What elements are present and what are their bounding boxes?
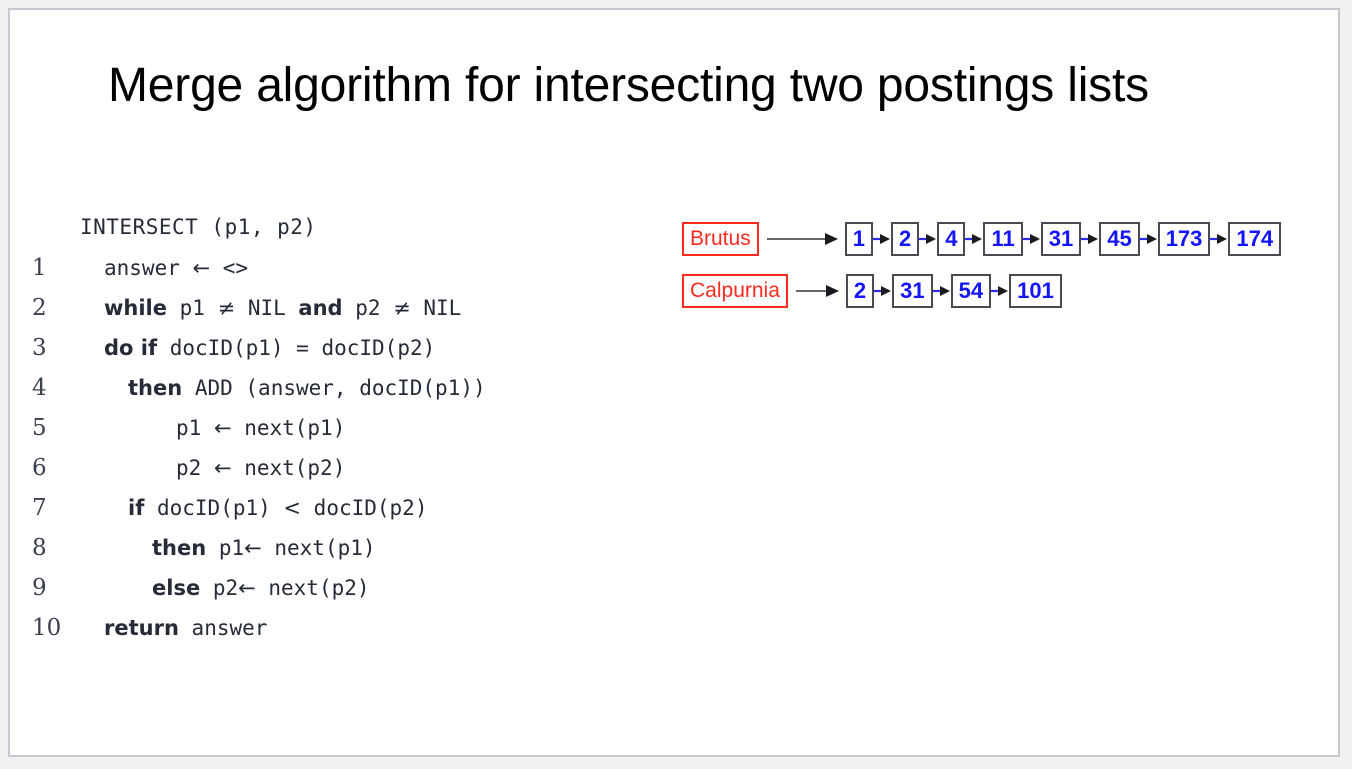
posting-docid-box: 2 <box>890 222 920 256</box>
postings-next-arrow-icon <box>1139 222 1158 256</box>
pseudocode-line-text: else p2← next(p2) <box>80 576 370 600</box>
pseudocode-text: docID(p1) = docID(p2) <box>157 336 436 360</box>
pseudocode-line: 3 do if docID(p1) = docID(p2) <box>32 335 672 375</box>
pseudocode-keyword: then <box>152 536 207 560</box>
postings-next-arrow-icon <box>1081 222 1099 256</box>
pseudocode-symbol: ← <box>192 256 211 280</box>
posting-docid-box: 31 <box>1040 222 1082 256</box>
pseudocode-keyword: then <box>128 376 183 400</box>
posting-docid-box: 54 <box>950 274 992 308</box>
line-number: 7 <box>32 495 47 521</box>
pseudocode-text: p2 <box>342 296 394 320</box>
pseudocode-line: 1 answer ← <> <box>32 255 672 295</box>
line-number: 6 <box>32 455 47 481</box>
pseudocode-block: INTERSECT (p1, p2) 1 answer ← <> 2 while p1 … <box>32 215 672 655</box>
pseudocode-line-text: p1 ← next(p1) <box>80 416 345 440</box>
postings-next-arrow-icon <box>965 222 983 256</box>
line-number: 3 <box>32 335 47 361</box>
pseudocode-line-text: do if docID(p1) = docID(p2) <box>80 336 435 360</box>
pseudocode-text: p1 <box>176 416 214 440</box>
pseudocode-line-text: return answer <box>80 616 267 640</box>
pseudocode-symbol: ← <box>238 576 256 600</box>
postings-next-arrow-icon <box>919 222 937 256</box>
pseudocode-symbol: ≠ <box>393 296 411 320</box>
pseudocode-text: next(p2) <box>255 576 370 600</box>
line-number: 10 <box>32 615 62 641</box>
pseudocode-keyword: else <box>152 576 201 600</box>
page-title: Merge algorithm for intersecting two pos… <box>108 59 1149 112</box>
line-number: 4 <box>32 375 47 401</box>
dictionary-term-box: Brutus <box>682 222 759 256</box>
pseudocode-line-text: p2 ← next(p2) <box>80 456 345 480</box>
postings-pointer-arrow-icon <box>759 222 845 256</box>
pseudocode-keyword: if <box>128 496 145 520</box>
pseudocode-symbol: ≠ <box>217 296 236 320</box>
pseudocode-keyword: and <box>298 296 343 320</box>
line-number: 1 <box>32 255 47 281</box>
pseudocode-text: docID(p1) <box>144 496 284 520</box>
posting-docid-box: 31 <box>892 274 933 308</box>
line-number: 9 <box>32 575 47 601</box>
postings-next-arrow-icon <box>932 274 951 308</box>
pseudocode-text: p1 <box>206 536 245 560</box>
posting-docid-box: 1 <box>844 222 873 256</box>
pseudocode-keyword: return <box>104 616 179 640</box>
postings-row: Calpurnia 2 31 54 101 <box>682 274 1281 308</box>
posting-docid-box: 45 <box>1099 222 1140 256</box>
pseudocode-signature: INTERSECT (p1, p2) <box>80 215 317 239</box>
line-number: 5 <box>32 415 47 441</box>
pseudocode-line: 5 p1 ← next(p1) <box>32 415 672 455</box>
pseudocode-line-text: if docID(p1) < docID(p2) <box>80 496 427 520</box>
pseudocode-line: 10 return answer <box>32 615 672 655</box>
pseudocode-keyword: while <box>104 296 167 320</box>
postings-row: Brutus 1 2 4 11 31 45 173 174 <box>682 222 1282 256</box>
line-number: 8 <box>32 535 47 561</box>
dictionary-term-box: Calpurnia <box>682 274 788 308</box>
pseudocode-keyword: do if <box>104 336 158 360</box>
pseudocode-line: 8 then p1← next(p1) <box>32 535 672 575</box>
posting-docid-box: 173 <box>1157 222 1211 256</box>
pseudocode-text: answer <box>178 616 268 640</box>
pseudocode-text: p1 <box>167 296 218 320</box>
posting-docid-box: 174 <box>1228 222 1282 256</box>
postings-next-arrow-icon <box>991 274 1009 308</box>
pseudocode-text: next(p1) <box>261 536 376 560</box>
pseudocode-text: <> <box>210 256 249 280</box>
posting-docid-box: 4 <box>937 222 966 256</box>
pseudocode-line: 7 if docID(p1) < docID(p2) <box>32 495 672 535</box>
postings-next-arrow-icon <box>872 222 891 256</box>
pseudocode-header: INTERSECT (p1, p2) <box>32 215 672 255</box>
pseudocode-line: 6 p2 ← next(p2) <box>32 455 672 495</box>
pseudocode-line-text: then ADD (answer, docID(p1)) <box>80 376 486 400</box>
postings-next-arrow-icon <box>874 274 892 308</box>
pseudocode-line: 4 then ADD (answer, docID(p1)) <box>32 375 672 415</box>
slide-canvas: Merge algorithm for intersecting two pos… <box>8 8 1340 757</box>
postings-pointer-arrow-icon <box>788 274 846 308</box>
pseudocode-symbol: ← <box>213 416 232 440</box>
pseudocode-text: p2 <box>176 456 214 480</box>
pseudocode-text: NIL <box>410 296 462 320</box>
pseudocode-line-text: then p1← next(p1) <box>80 536 376 560</box>
pseudocode-symbol: ← <box>213 456 232 480</box>
pseudocode-line: 2 while p1 ≠ NIL and p2 ≠ NIL <box>32 295 672 335</box>
postings-lists-diagram: Brutus 1 2 4 11 31 45 173 174 Calpurnia 2 31 54 101 <box>682 222 1282 326</box>
pseudocode-text: next(p2) <box>231 456 346 480</box>
pseudocode-text: p2 <box>200 576 239 600</box>
line-number: 2 <box>32 295 47 321</box>
pseudocode-text: next(p1) <box>231 416 346 440</box>
pseudocode-line-text: while p1 ≠ NIL and p2 ≠ NIL <box>80 296 461 320</box>
pseudocode-line: 9 else p2← next(p2) <box>32 575 672 615</box>
pseudocode-symbol: < <box>283 496 302 520</box>
pseudocode-symbol: ← <box>244 536 262 560</box>
posting-docid-box: 2 <box>845 274 875 308</box>
pseudocode-text: NIL <box>235 296 299 320</box>
posting-docid-box: 11 <box>983 222 1023 256</box>
pseudocode-line-text: answer ← <> <box>80 256 248 280</box>
postings-next-arrow-icon <box>1210 222 1228 256</box>
postings-next-arrow-icon <box>1022 222 1041 256</box>
pseudocode-text: answer <box>104 256 193 280</box>
posting-docid-box: 101 <box>1009 274 1062 308</box>
pseudocode-text: ADD (answer, docID(p1)) <box>182 376 486 400</box>
pseudocode-text: docID(p2) <box>301 496 428 520</box>
